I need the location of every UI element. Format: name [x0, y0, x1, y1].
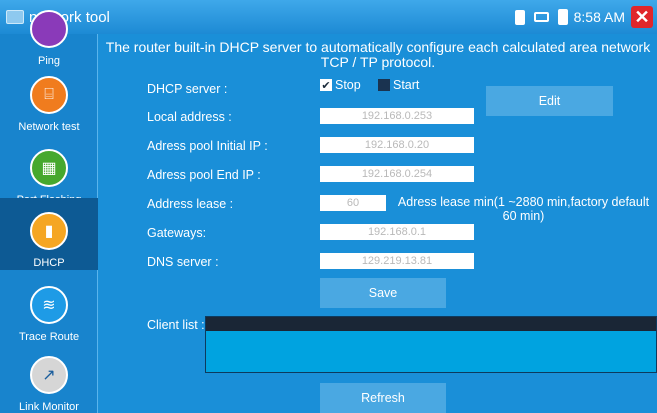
client-list-header — [206, 317, 656, 331]
lease-note: Adress lease min(1 ~2880 min,factory def… — [397, 195, 650, 223]
sidebar-item-ping[interactable]: Ping — [0, 4, 98, 77]
network-test-icon: ⌸ — [30, 76, 68, 114]
page-description: The router built-in DHCP server to autom… — [105, 39, 651, 70]
sidebar-item-label: Ping — [37, 55, 61, 67]
clock: 8:58 AM — [573, 9, 625, 25]
ethernet-icon — [533, 12, 549, 22]
pool-initial-ip-field[interactable]: 192.168.0.20 — [320, 137, 474, 153]
main-panel: The router built-in DHCP server to autom… — [99, 34, 657, 413]
gateways-field[interactable]: 192.168.0.1 — [320, 224, 474, 240]
edit-button[interactable]: Edit — [486, 86, 613, 116]
client-list-label: Client list : — [147, 318, 205, 332]
pool-initial-ip-label: Adress pool Initial IP : — [147, 139, 268, 153]
dns-server-label: DNS server : — [147, 255, 219, 269]
sidebar-item-label: DHCP — [33, 257, 65, 269]
sidebar-item-dhcp[interactable]: ▮ DHCP — [0, 198, 98, 270]
check-icon: ✔ — [320, 79, 332, 92]
gateways-label: Gateways: — [147, 226, 207, 240]
sidebar-item-link-monitor[interactable]: ↗ Link Monitor — [0, 350, 98, 413]
status-area: 8:58 AM ✕ — [514, 0, 657, 34]
stop-label: Stop — [335, 78, 361, 92]
title-bar: network tool 8:58 AM ✕ — [0, 0, 657, 34]
address-lease-field[interactable]: 60 — [320, 195, 386, 211]
link-monitor-icon: ↗ — [30, 356, 68, 394]
phone-icon — [514, 9, 525, 25]
start-label: Start — [393, 78, 420, 92]
dns-server-field[interactable]: 129.219.13.81 — [320, 253, 474, 269]
dhcp-icon: ▮ — [30, 212, 68, 250]
port-flashing-icon: ▦ — [30, 149, 68, 187]
client-list[interactable] — [205, 316, 657, 373]
save-button[interactable]: Save — [320, 278, 446, 308]
sidebar-item-label: Network test — [18, 121, 80, 133]
dhcp-server-label: DHCP server : — [147, 82, 228, 96]
sidebar-item-label: Trace Route — [18, 331, 80, 343]
start-checkbox[interactable]: Start — [378, 78, 419, 92]
battery-icon — [557, 9, 568, 25]
sidebar: Ping ⌸ Network test ▦ Port Flashing ▮ DH… — [0, 10, 98, 413]
stop-checkbox[interactable]: ✔ Stop — [320, 78, 361, 92]
ping-icon — [30, 10, 68, 48]
sidebar-item-trace-route[interactable]: ≋ Trace Route — [0, 280, 98, 353]
refresh-button[interactable]: Refresh — [320, 383, 446, 413]
trace-route-icon: ≋ — [30, 286, 68, 324]
local-address-label: Local address : — [147, 110, 232, 124]
pool-end-ip-label: Adress pool End IP : — [147, 168, 261, 182]
address-lease-label: Address lease : — [147, 197, 234, 211]
sidebar-item-network-test[interactable]: ⌸ Network test — [0, 70, 98, 143]
pool-end-ip-field[interactable]: 192.168.0.254 — [320, 166, 474, 182]
local-address-field[interactable]: 192.168.0.253 — [320, 108, 474, 124]
close-button[interactable]: ✕ — [631, 6, 653, 28]
sidebar-item-label: Link Monitor — [19, 401, 79, 413]
